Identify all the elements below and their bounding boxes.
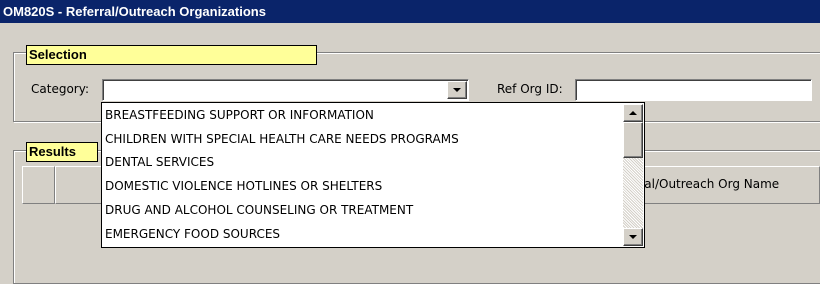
category-label: Category: — [31, 82, 89, 96]
category-option[interactable]: EMERGENCY FOOD SOURCES — [105, 223, 280, 246]
results-heading: Results — [26, 142, 98, 162]
scroll-up-button[interactable] — [623, 104, 643, 122]
category-option[interactable]: DOMESTIC VIOLENCE HOTLINES OR SHELTERS — [105, 175, 382, 198]
chevron-down-icon — [453, 88, 461, 92]
dropdown-scrollbar[interactable] — [623, 104, 643, 246]
ref-org-id-input[interactable] — [575, 79, 812, 101]
category-select[interactable] — [102, 79, 469, 101]
scroll-thumb[interactable] — [623, 122, 643, 158]
grid-column-header-org-name[interactable]: ferral/Outreach Org Name — [622, 166, 820, 204]
window-title: OM820S - Referral/Outreach Organizations — [0, 0, 820, 23]
category-dropdown-button[interactable] — [447, 81, 467, 99]
scroll-down-button[interactable] — [623, 228, 643, 246]
chevron-down-icon — [629, 235, 637, 239]
grid-column-header[interactable] — [55, 166, 103, 204]
chevron-up-icon — [629, 111, 637, 115]
category-option[interactable]: BREASTFEEDING SUPPORT OR INFORMATION — [105, 104, 374, 127]
category-option[interactable]: CHILDREN WITH SPECIAL HEALTH CARE NEEDS … — [105, 128, 459, 151]
grid-row-header[interactable] — [22, 166, 55, 204]
category-option[interactable]: DRUG AND ALCOHOL COUNSELING OR TREATMENT — [105, 199, 413, 222]
category-dropdown-list[interactable]: BREASTFEEDING SUPPORT OR INFORMATION CHIL… — [101, 102, 645, 248]
org-name-column-label: ferral/Outreach Org Name — [623, 177, 780, 191]
category-option[interactable]: DENTAL SERVICES — [105, 151, 214, 174]
selection-heading: Selection — [26, 45, 317, 65]
ref-org-id-label: Ref Org ID: — [497, 82, 563, 96]
